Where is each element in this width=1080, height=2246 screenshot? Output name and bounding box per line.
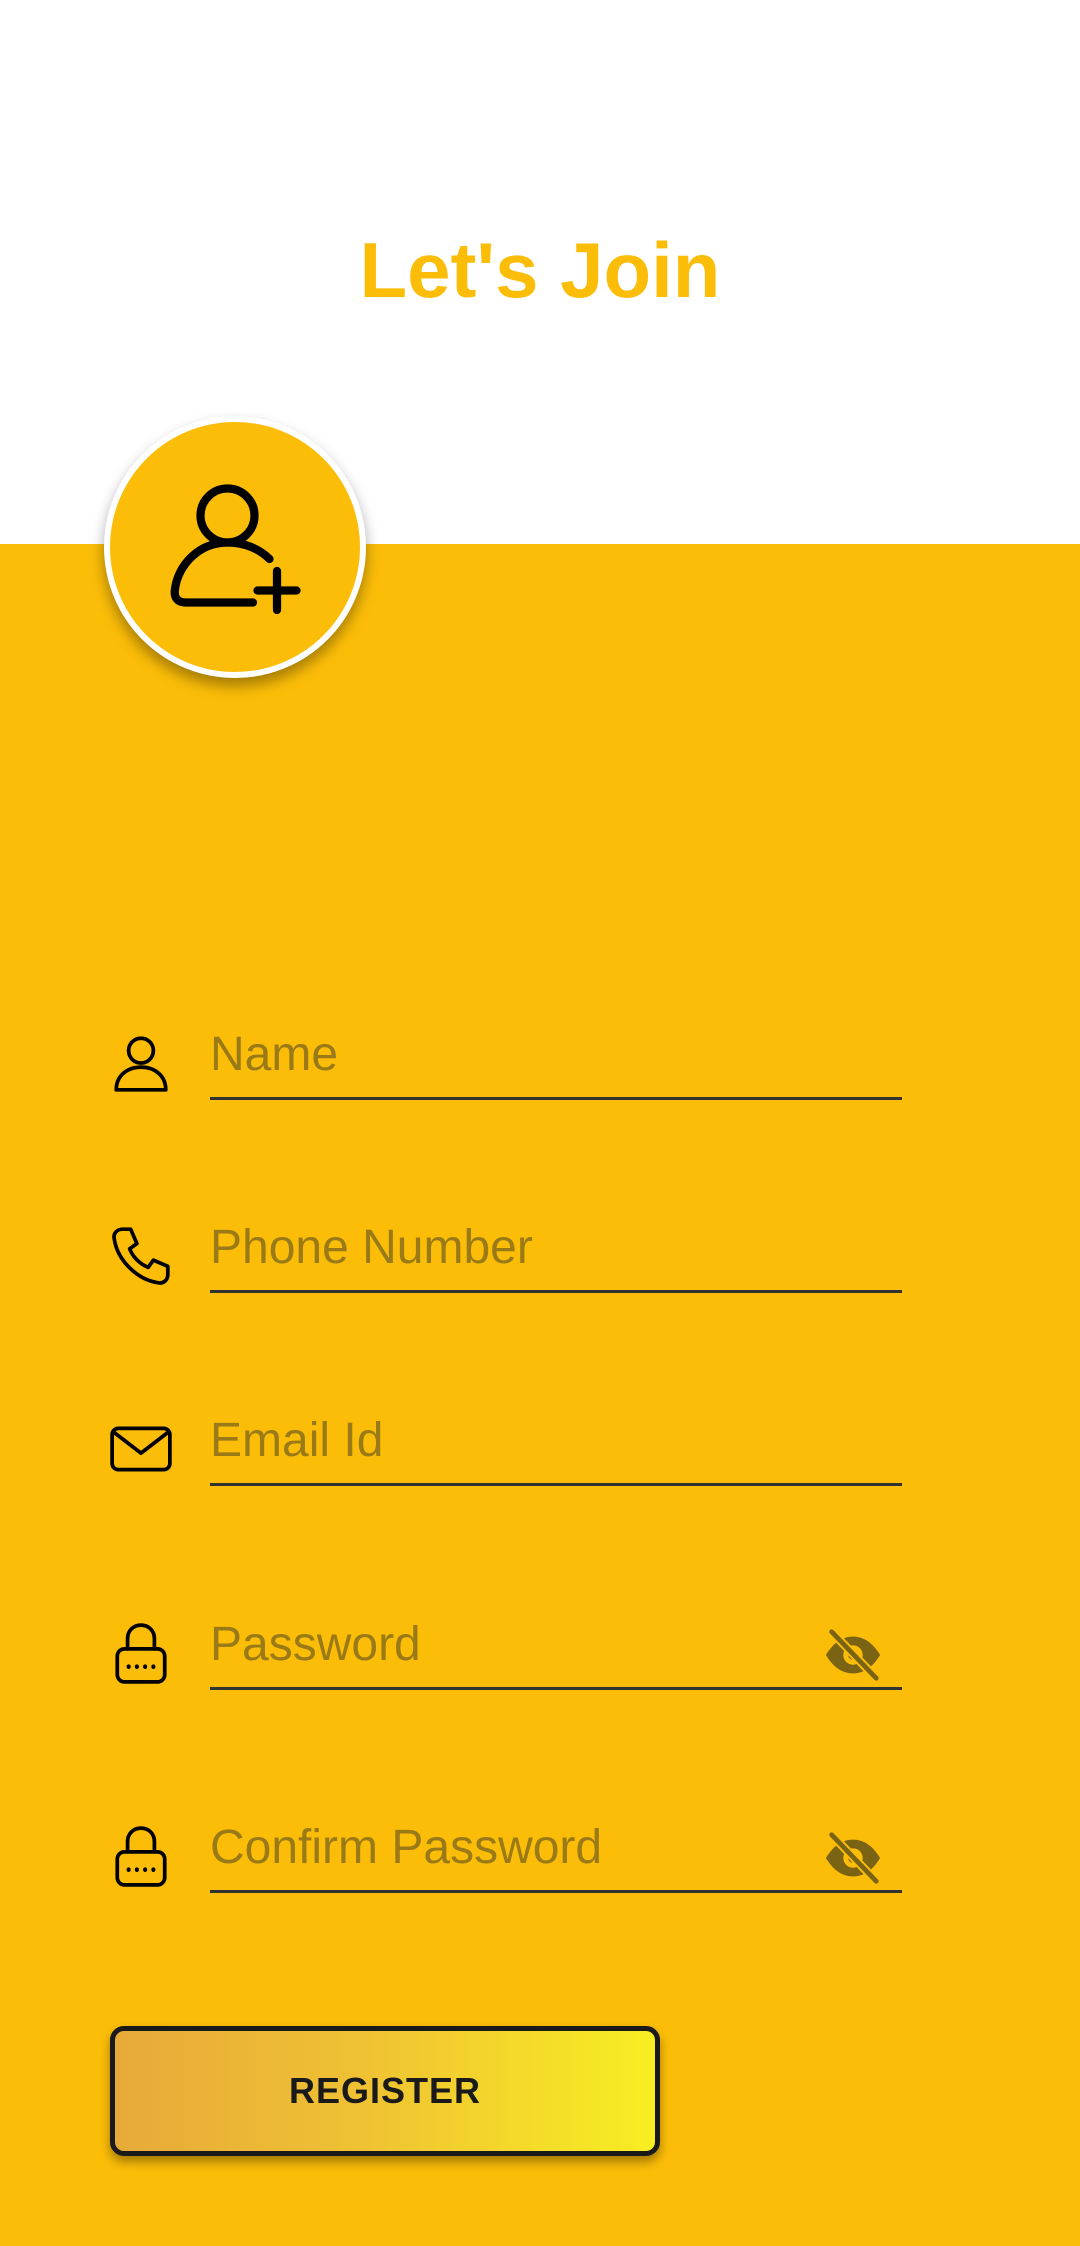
person-icon [108, 1030, 174, 1096]
add-user-avatar-button[interactable] [104, 416, 366, 678]
email-field-row [108, 1398, 904, 1488]
add-user-icon [170, 484, 301, 615]
phone-field-row [108, 1205, 904, 1295]
lock-icon [108, 1620, 174, 1686]
password-field-row [108, 1602, 904, 1692]
phone-input[interactable] [210, 1205, 902, 1293]
page-title: Let's Join [359, 226, 721, 314]
confirm-password-input[interactable] [210, 1805, 902, 1893]
form-background [0, 544, 1080, 2246]
name-field-row [108, 1012, 904, 1102]
confirm-password-field-row [108, 1805, 904, 1895]
register-button[interactable]: REGISTER [110, 2026, 660, 2156]
lock-icon [108, 1823, 174, 1889]
eye-off-icon[interactable] [822, 1624, 884, 1686]
eye-off-icon[interactable] [822, 1827, 884, 1889]
name-input[interactable] [210, 1012, 902, 1100]
mail-icon [108, 1416, 174, 1482]
email-input[interactable] [210, 1398, 902, 1486]
password-input[interactable] [210, 1602, 902, 1690]
phone-icon [108, 1223, 174, 1289]
